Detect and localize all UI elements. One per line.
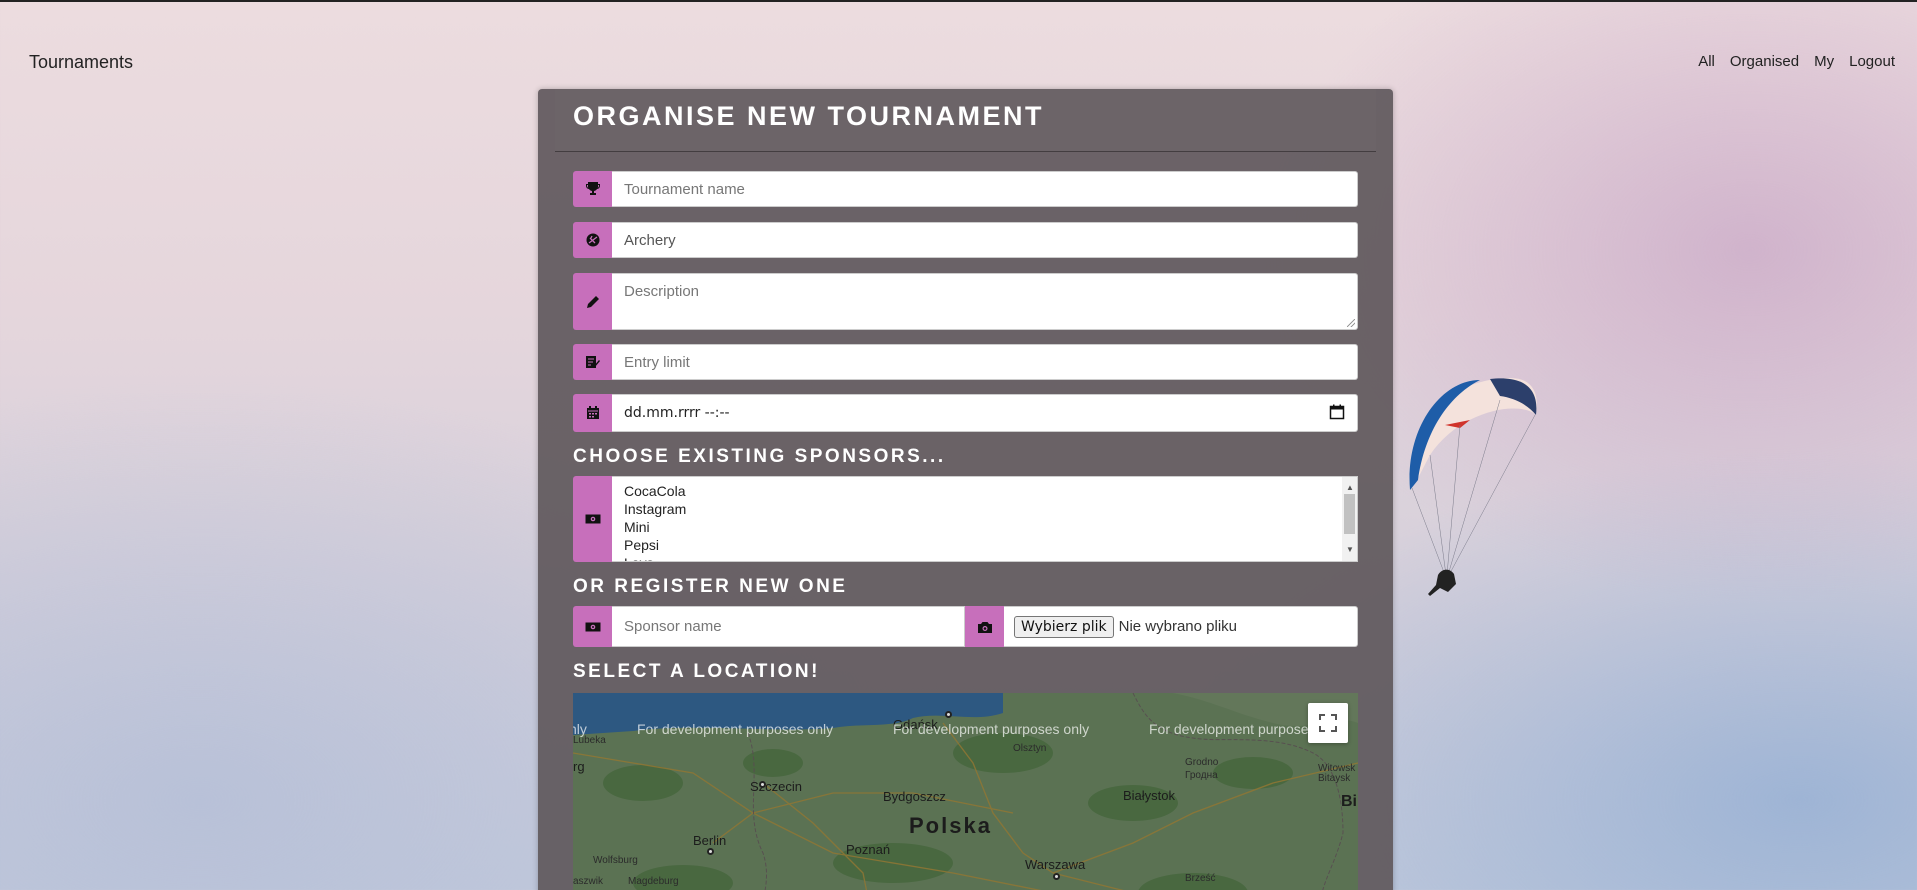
map-dev-watermark: nly: [573, 721, 587, 737]
top-border-line: [0, 0, 1917, 2]
sponsor-logo-file-input[interactable]: Wybierz plik Nie wybrano pliku: [1004, 606, 1358, 647]
map-label: Szczecin: [750, 779, 803, 794]
nav-link-all[interactable]: All: [1698, 53, 1715, 70]
map-label: Olsztyn: [1013, 743, 1047, 754]
description-textarea[interactable]: Description: [612, 273, 1358, 330]
sponsors-row: CocaCola Instagram Mini Pepsi Lays ▲ ▼: [573, 476, 1358, 562]
new-sponsor-row: Sponsor name Wybierz plik Nie wybrano pl…: [573, 606, 1358, 647]
top-nav: All Organised My Logout: [1698, 53, 1895, 70]
date-picker-icon[interactable]: [1329, 404, 1345, 420]
map-dev-watermark: For development purposes only: [893, 721, 1090, 737]
location-heading: SELECT A LOCATION!: [573, 661, 820, 682]
date-row: dd.mm.rrrr --:--: [573, 394, 1358, 432]
resize-grip-icon[interactable]: [1347, 319, 1355, 327]
map-label: Гродна: [1185, 770, 1218, 781]
navbar-brand[interactable]: Tournaments: [29, 52, 133, 73]
map-label: Warszawa: [1025, 857, 1086, 872]
map-label: Bitaysk: [1318, 773, 1351, 784]
map-city-marker: [707, 848, 714, 855]
entry-limit-input[interactable]: Entry limit: [612, 344, 1358, 380]
nav-link-my[interactable]: My: [1814, 53, 1834, 70]
file-status-text: Nie wybrano pliku: [1118, 618, 1237, 635]
signup-icon: [573, 344, 612, 380]
tournament-name-input[interactable]: Tournament name: [612, 171, 1358, 207]
sponsors-listbox[interactable]: CocaCola Instagram Mini Pepsi Lays ▲ ▼: [612, 476, 1358, 562]
map-label: Bydgoszcz: [883, 789, 946, 804]
map-label: Poznań: [846, 842, 891, 857]
description-placeholder: Description: [624, 283, 700, 300]
map-label: Magdeburg: [628, 876, 679, 887]
tournament-name-row: Tournament name: [573, 171, 1358, 207]
map-city-marker: [759, 781, 766, 788]
sponsor-option[interactable]: Mini: [624, 518, 1357, 536]
date-time-input[interactable]: dd.mm.rrrr --:--: [612, 394, 1358, 432]
date-time-value: dd.mm.rrrr --:--: [624, 405, 730, 421]
choose-file-button[interactable]: Wybierz plik: [1014, 615, 1114, 638]
map-label: Białystok: [1123, 788, 1176, 803]
listbox-scrollbar[interactable]: ▲ ▼: [1342, 477, 1357, 561]
entry-limit-row: Entry limit: [573, 344, 1358, 380]
sponsors-heading: CHOOSE EXISTING SPONSORS...: [573, 446, 946, 467]
fullscreen-icon: [1319, 714, 1337, 732]
map-label: rg: [573, 759, 585, 774]
money-icon: [573, 476, 612, 562]
map-label: Berlin: [693, 833, 727, 848]
sponsor-option[interactable]: CocaCola: [624, 482, 1357, 500]
calendar-icon: [573, 394, 612, 432]
map-city-marker: [945, 711, 952, 718]
map-dev-watermark: For development purposes only: [637, 721, 834, 737]
map-fullscreen-button[interactable]: [1308, 703, 1348, 743]
map-label: Brześć: [1185, 873, 1216, 884]
map-label: Grodno: [1185, 757, 1219, 768]
sponsor-option[interactable]: Lays: [624, 554, 1357, 561]
nav-link-organised[interactable]: Organised: [1730, 53, 1799, 70]
sponsor-option[interactable]: Instagram: [624, 500, 1357, 518]
scroll-down-arrow-icon[interactable]: ▼: [1346, 541, 1354, 559]
map-label: aszwik: [573, 876, 604, 887]
map-city-marker: [1053, 873, 1060, 880]
money-icon: [573, 606, 612, 647]
discipline-input[interactable]: Archery: [612, 222, 1358, 258]
page-title: ORGANISE NEW TOURNAMENT: [573, 101, 1045, 131]
scroll-thumb[interactable]: [1344, 494, 1355, 534]
map-label: Polska: [909, 813, 992, 838]
camera-icon: [965, 606, 1004, 647]
nav-link-logout[interactable]: Logout: [1849, 53, 1895, 70]
description-row: Description: [573, 273, 1358, 330]
pencil-icon: [573, 273, 612, 330]
trophy-icon: [573, 171, 612, 207]
map-label: Bi: [1341, 793, 1357, 810]
paraglider-image: [1409, 378, 1537, 596]
location-map[interactable]: Lubeka rg Gdańsk Olsztyn Szczecin Bydgos…: [573, 693, 1358, 890]
ball-icon: [573, 222, 612, 258]
organise-tournament-panel: ORGANISE NEW TOURNAMENT Tournament name …: [538, 89, 1393, 890]
sponsor-option[interactable]: Pepsi: [624, 536, 1357, 554]
register-sponsor-heading: OR REGISTER NEW ONE: [573, 576, 848, 597]
sponsor-name-input[interactable]: Sponsor name: [612, 606, 965, 647]
map-label: Wolfsburg: [593, 855, 638, 866]
discipline-row: Archery: [573, 222, 1358, 258]
